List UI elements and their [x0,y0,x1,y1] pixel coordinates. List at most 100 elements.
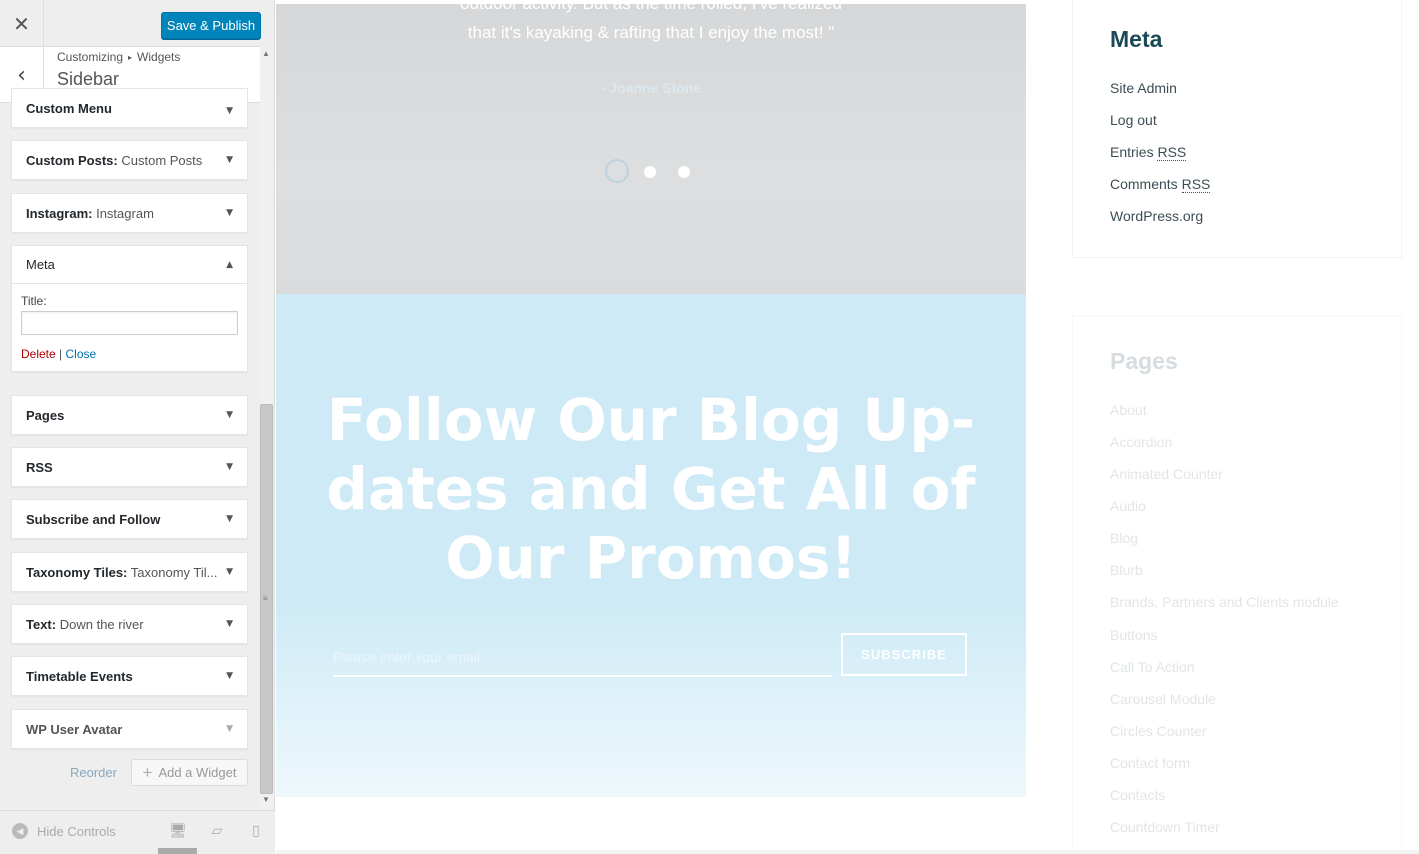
slider-dot[interactable] [644,166,656,178]
page-link[interactable]: About [1110,402,1147,418]
widget-header[interactable]: Custom Posts: Custom Posts ▼ [12,141,247,179]
scrollbar-grip-icon: ≡ [263,594,268,603]
page-link[interactable]: Contacts [1110,787,1165,803]
subscribe-heading: Follow Our Blog Up-dates and Get All of … [326,386,976,592]
hide-controls-button[interactable]: ◀ Hide Controls [12,823,116,839]
slider-dot[interactable] [678,166,690,178]
widget-instagram[interactable]: Instagram: Instagram ▼ [11,193,248,233]
widget-timetable-events[interactable]: Timetable Events ▼ [11,656,248,696]
widget-name: WP User Avatar [26,721,123,737]
scroll-up-arrow-icon[interactable]: ▲ [262,49,270,58]
widget-rss[interactable]: RSS ▼ [11,447,248,487]
email-field[interactable] [333,638,832,677]
mobile-preview-icon[interactable]: ▯ [248,823,264,839]
page-link[interactable]: Buttons [1110,627,1157,643]
widget-header[interactable]: Subscribe and Follow ▼ [12,500,247,538]
page-link[interactable]: Blog [1110,530,1138,546]
add-widget-button[interactable]: + Add a Widget [131,759,248,786]
widget-custom-menu[interactable]: Custom Menu ▼ [11,88,248,128]
breadcrumb-item: Widgets [137,50,181,64]
customizer-screen: ✕ Save & Publish ‹ Customizing ▸ Widgets S… [0,0,1419,854]
site-admin-link[interactable]: Site Admin [1110,80,1177,96]
widget-header[interactable]: Taxonomy Tiles: Taxonomy Til... ▼ [12,553,247,591]
widget-name: Custom Posts: [26,152,118,168]
close-link[interactable]: Close [66,347,97,361]
page-link[interactable]: Carousel Module [1110,691,1216,707]
testimonial-text: that it's kayaking & rafting that I enjo… [467,23,835,42]
page-link[interactable]: Audio [1110,498,1146,514]
rss-abbr: RSS [1157,144,1187,161]
widget-header[interactable]: Text: Down the river ▼ [12,605,247,643]
save-publish-button[interactable]: Save & Publish [161,12,261,39]
widget-subtitle: Taxonomy Til... [130,564,218,580]
breadcrumb: Customizing ▸ Widgets [57,50,180,64]
desktop-preview-icon[interactable]: 🖥 [169,823,187,839]
customizer-footer: ◀ Hide Controls 🖥 ▱ ▯ [0,810,275,854]
title-input[interactable] [21,311,238,335]
separator: | [59,347,63,361]
chevron-down-icon: ▼ [226,619,233,629]
delete-link[interactable]: Delete [21,347,56,361]
tablet-preview-icon[interactable]: ▱ [209,823,225,839]
widget-header[interactable]: Timetable Events ▼ [12,657,247,695]
widget-custom-posts[interactable]: Custom Posts: Custom Posts ▼ [11,140,248,180]
chevron-down-icon: ▼ [226,514,233,524]
widget-name: Instagram: [26,205,93,221]
slider-dot-active[interactable] [605,159,629,183]
page-link[interactable]: Accordion [1110,434,1172,450]
chevron-down-icon: ▼ [226,410,233,420]
link-text: Entries [1110,144,1154,160]
entries-rss-link[interactable]: Entries RSS [1110,144,1187,161]
testimonial-section: outdoor activity. But as the time rolled… [276,4,1026,294]
widget-text[interactable]: Text: Down the river ▼ [11,604,248,644]
widget-name: Subscribe and Follow [26,511,161,527]
chevron-down-icon: ▼ [226,724,233,734]
scroll-down-arrow-icon[interactable]: ▼ [262,795,270,804]
widget-name: Pages [26,407,65,423]
reorder-link[interactable]: Reorder [70,765,117,780]
widget-subtitle: Instagram [96,205,154,221]
widget-wp-user-avatar[interactable]: WP User Avatar ▼ [11,709,248,749]
page-link[interactable]: Brands, Partners and Clients module [1110,594,1339,610]
widget-subscribe-follow[interactable]: Subscribe and Follow ▼ [11,499,248,539]
page-link[interactable]: Contact form [1110,755,1190,771]
page-link[interactable]: Call To Action [1110,659,1195,675]
section-title: Sidebar [57,69,120,89]
widget-header[interactable]: Instagram: Instagram ▼ [12,194,247,232]
page-link[interactable]: Animated Counter [1110,466,1223,482]
widget-header[interactable]: RSS ▼ [12,448,247,486]
page-link[interactable]: Circles Counter [1110,723,1206,739]
collapse-arrow-icon: ◀ [12,823,28,839]
active-device-indicator [158,848,197,854]
widget-name: Taxonomy Tiles: [26,564,128,580]
page-link[interactable]: Countdown Timer [1110,819,1220,835]
widget-subtitle: Custom Posts [121,152,203,168]
widget-header[interactable]: Custom Menu ▼ [12,89,247,127]
wordpress-org-link[interactable]: WordPress.org [1110,208,1203,224]
plus-icon: + [142,762,153,782]
chevron-down-icon: ▼ [226,671,233,681]
comments-rss-link[interactable]: Comments RSS [1110,176,1211,193]
widget-meta[interactable]: Meta ▲ Title: Delete | Close [11,245,248,372]
rss-abbr: RSS [1181,176,1211,193]
widget-taxonomy-tiles[interactable]: Taxonomy Tiles: Taxonomy Til... ▼ [11,552,248,592]
widget-pages[interactable]: Pages ▼ [11,395,248,435]
widget-actions: Delete | Close [21,347,238,361]
page-link[interactable]: Blurb [1110,562,1143,578]
testimonial-author: - Joanne Stone [600,80,702,96]
chevron-down-icon: ▼ [226,106,233,116]
customizer-header: ✕ Save & Publish [0,0,261,47]
close-icon[interactable]: ✕ [0,0,44,47]
chevron-down-icon: ▼ [226,155,233,165]
subscribe-section: Follow Our Blog Up-dates and Get All of … [276,294,1026,797]
widget-header[interactable]: Pages ▼ [12,396,247,434]
widget-form: Title: Delete | Close [12,284,247,371]
subscribe-button[interactable]: SUBSCRIBE [841,633,967,676]
testimonial-text: outdoor activity. But as the time rolled… [276,4,1026,14]
widget-name: Meta [26,257,55,272]
widget-header[interactable]: Meta ▲ [12,246,247,284]
widget-header[interactable]: WP User Avatar ▼ [12,710,247,748]
link-text: Comments [1110,176,1178,192]
log-out-link[interactable]: Log out [1110,112,1157,128]
widget-name: Custom Menu [26,101,112,116]
